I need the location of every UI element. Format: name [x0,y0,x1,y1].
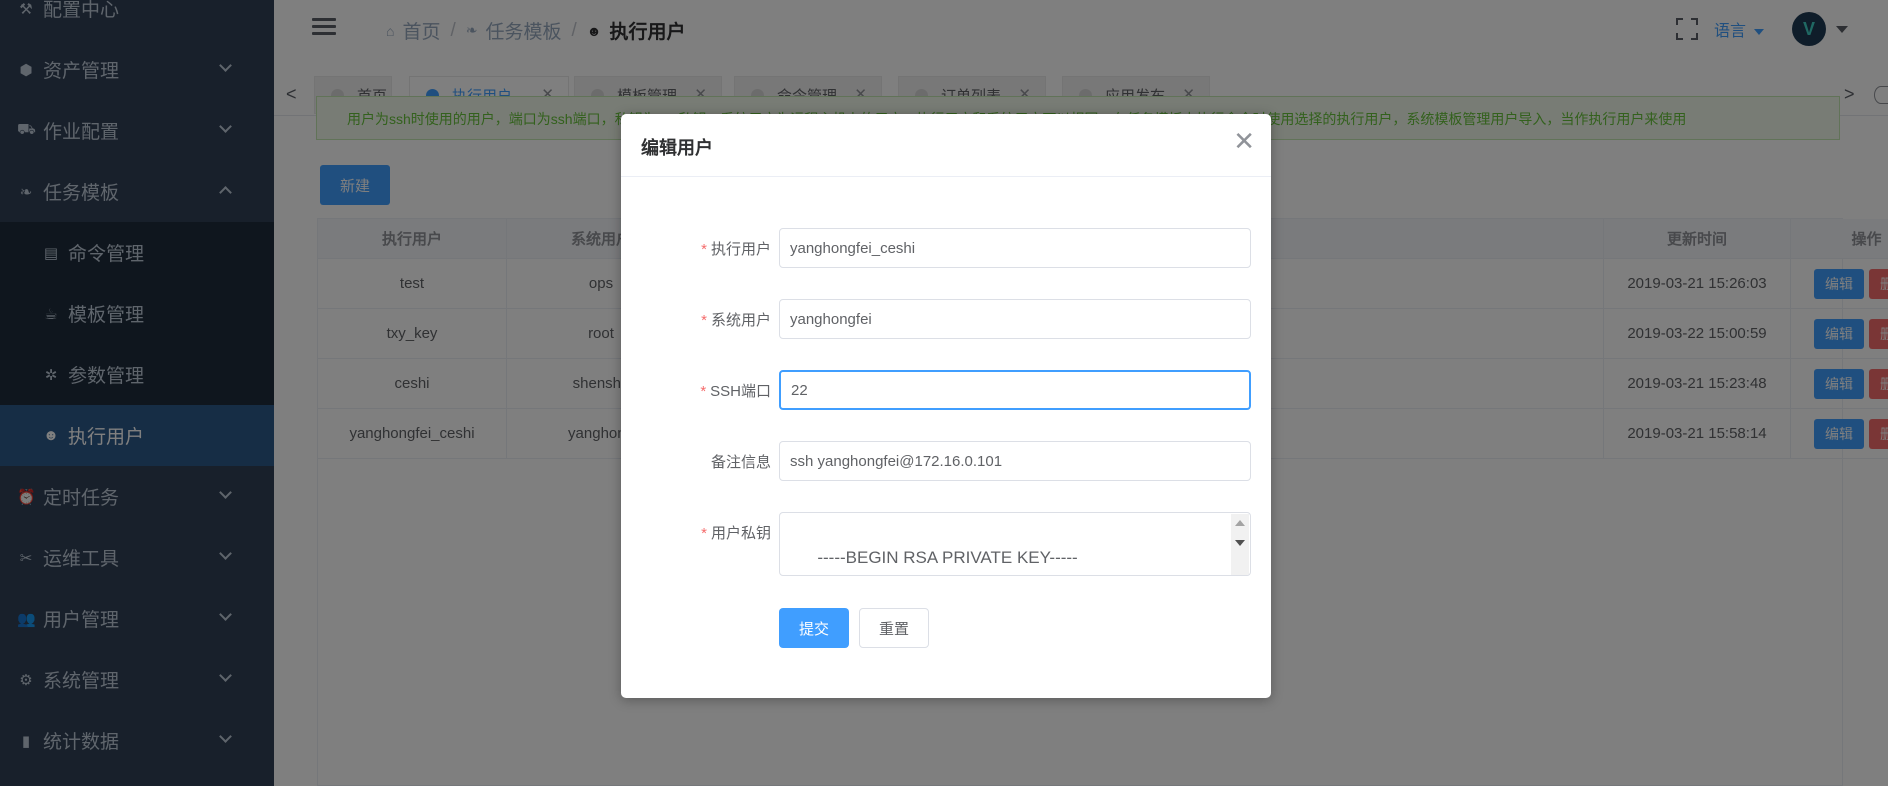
form-item-exec-user: * 执行用户 yanghongfei_ceshi [621,228,1271,268]
required-mark: * [701,241,707,258]
sys-user-input[interactable]: yanghongfei [779,299,1251,339]
form-item-sys-user: * 系统用户 yanghongfei [621,299,1271,339]
form-item-private-key: *用户私钥 -----BEGIN RSA PRIVATE KEY----- MI… [621,512,1271,576]
submit-button[interactable]: 提交 [779,608,849,648]
remark-input[interactable]: ssh yanghongfei@172.16.0.101 [779,441,1251,481]
field-label: * 执行用户 [701,241,771,258]
required-mark: * [700,383,707,400]
scrollbar[interactable] [1231,514,1249,575]
required-mark: * [701,312,707,329]
field-label: * 用户私钥 [701,525,771,542]
field-label: 备注信息 [710,454,771,471]
close-icon[interactable]: ✕ [1233,128,1255,154]
field-label: * 系统用户 [701,312,771,329]
dialog-divider [621,176,1271,177]
edit-user-dialog: 编辑用户 ✕ * 执行用户 yanghongfei_ceshi * 系统用户 yan… [621,114,1271,698]
scroll-down-icon[interactable] [1235,540,1245,546]
dialog-title: 编辑用户 [641,138,713,158]
form-item-remark: 备注信息 ssh yanghongfei@172.16.0.101 [621,441,1271,481]
private-key-text: -----BEGIN RSA PRIVATE KEY----- MIIEpgIB… [789,548,1204,575]
ssh-port-input[interactable]: 22 [779,370,1251,410]
form-item-ssh-port: * SSH端口 22 [621,370,1271,410]
required-mark: * [701,525,707,542]
reset-button[interactable]: 重置 [859,608,929,648]
private-key-textarea[interactable]: -----BEGIN RSA PRIVATE KEY----- MIIEpgIB… [779,512,1251,576]
field-label: * SSH端口 [700,383,771,400]
exec-user-input[interactable]: yanghongfei_ceshi [779,228,1251,268]
scroll-up-icon[interactable] [1235,520,1245,526]
